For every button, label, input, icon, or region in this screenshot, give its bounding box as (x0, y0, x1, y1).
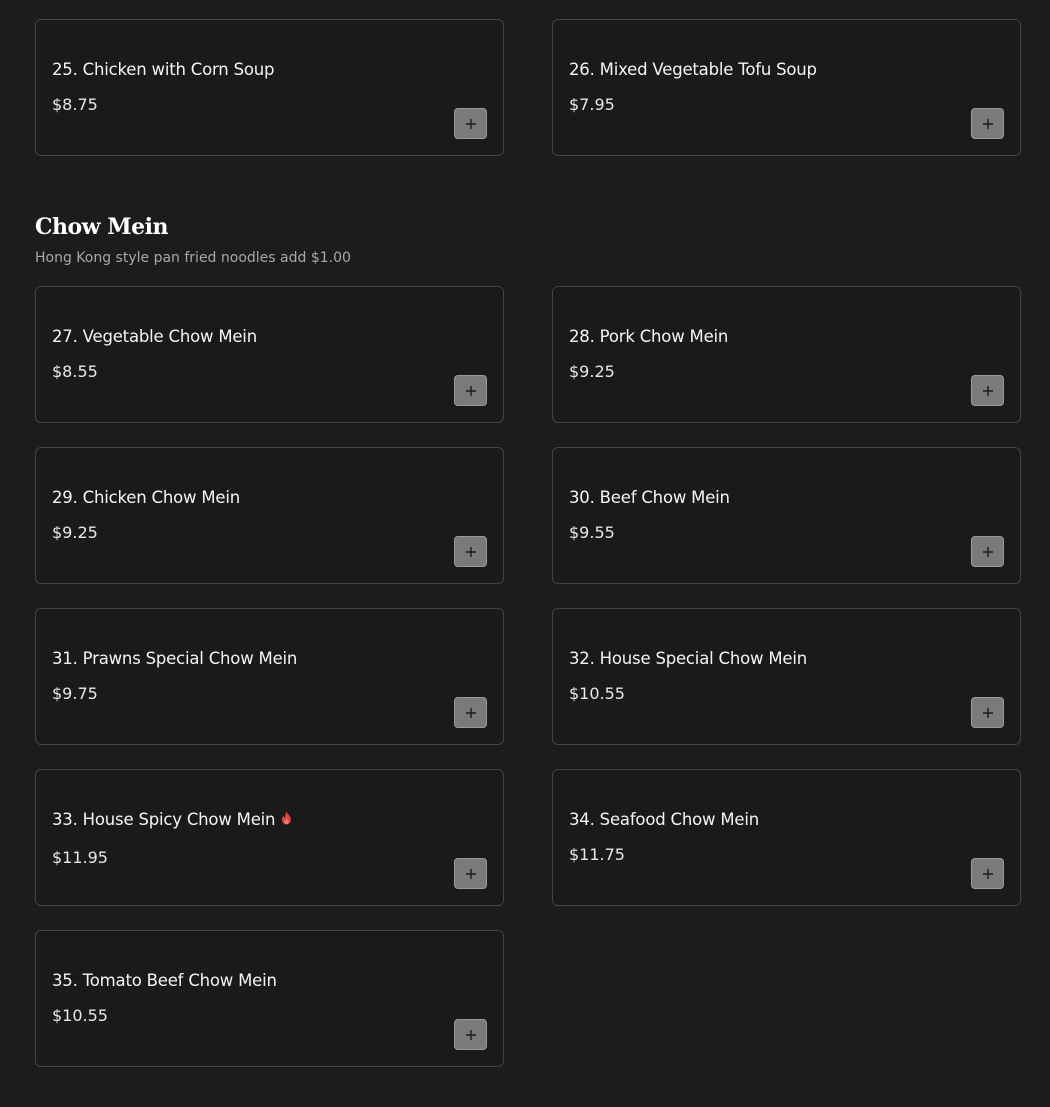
menu-item-card[interactable]: 26. Mixed Vegetable Tofu Soup $7.95 (552, 19, 1021, 156)
item-price: $11.95 (52, 848, 108, 867)
plus-icon (982, 385, 993, 396)
add-to-cart-button[interactable] (971, 697, 1004, 728)
item-price: $9.25 (569, 362, 615, 381)
item-name: 29. Chicken Chow Mein (52, 488, 240, 507)
add-to-cart-button[interactable] (454, 1019, 487, 1050)
plus-icon (465, 707, 476, 718)
item-name: 32. House Special Chow Mein (569, 649, 807, 668)
section-title: Chow Mein (35, 214, 168, 240)
item-name: 25. Chicken with Corn Soup (52, 60, 275, 79)
item-name: 34. Seafood Chow Mein (569, 810, 759, 829)
menu-page: 25. Chicken with Corn Soup $8.75 26. Mix… (0, 0, 1050, 1107)
item-price: $9.75 (52, 684, 98, 703)
item-name: 27. Vegetable Chow Mein (52, 327, 257, 346)
item-price: $8.55 (52, 362, 98, 381)
add-to-cart-button[interactable] (971, 536, 1004, 567)
menu-item-card[interactable]: 29. Chicken Chow Mein $9.25 (35, 447, 504, 584)
section-subtitle: Hong Kong style pan fried noodles add $1… (35, 250, 351, 266)
menu-item-card[interactable]: 34. Seafood Chow Mein $11.75 (552, 769, 1021, 906)
item-name: 28. Pork Chow Mein (569, 327, 729, 346)
item-price: $11.75 (569, 845, 625, 864)
plus-icon (982, 118, 993, 129)
item-price: $9.55 (569, 523, 615, 542)
add-to-cart-button[interactable] (971, 375, 1004, 406)
plus-icon (982, 546, 993, 557)
add-to-cart-button[interactable] (454, 536, 487, 567)
item-name: 30. Beef Chow Mein (569, 488, 730, 507)
plus-icon (465, 1029, 476, 1040)
add-to-cart-button[interactable] (454, 108, 487, 139)
menu-item-card[interactable]: 33. House Spicy Chow Mein $11.95 (35, 769, 504, 906)
item-price: $10.55 (52, 1006, 108, 1025)
fire-icon (282, 811, 292, 825)
add-to-cart-button[interactable] (454, 858, 487, 889)
plus-icon (465, 118, 476, 129)
item-price: $9.25 (52, 523, 98, 542)
menu-item-card[interactable]: 27. Vegetable Chow Mein $8.55 (35, 286, 504, 423)
add-to-cart-button[interactable] (971, 108, 1004, 139)
item-name: 33. House Spicy Chow Mein (52, 810, 276, 829)
plus-icon (465, 385, 476, 396)
item-price: $8.75 (52, 95, 98, 114)
menu-item-card[interactable]: 25. Chicken with Corn Soup $8.75 (35, 19, 504, 156)
item-price: $7.95 (569, 95, 615, 114)
item-name: 31. Prawns Special Chow Mein (52, 649, 298, 668)
item-name-row: 33. House Spicy Chow Mein (52, 810, 292, 829)
item-name: 26. Mixed Vegetable Tofu Soup (569, 60, 817, 79)
plus-icon (465, 546, 476, 557)
menu-item-card[interactable]: 31. Prawns Special Chow Mein $9.75 (35, 608, 504, 745)
menu-item-card[interactable]: 32. House Special Chow Mein $10.55 (552, 608, 1021, 745)
plus-icon (982, 868, 993, 879)
menu-item-card[interactable]: 30. Beef Chow Mein $9.55 (552, 447, 1021, 584)
add-to-cart-button[interactable] (454, 375, 487, 406)
menu-item-card[interactable]: 35. Tomato Beef Chow Mein $10.55 (35, 930, 504, 1067)
item-name: 35. Tomato Beef Chow Mein (52, 971, 277, 990)
menu-item-card[interactable]: 28. Pork Chow Mein $9.25 (552, 286, 1021, 423)
add-to-cart-button[interactable] (971, 858, 1004, 889)
item-price: $10.55 (569, 684, 625, 703)
add-to-cart-button[interactable] (454, 697, 487, 728)
plus-icon (982, 707, 993, 718)
plus-icon (465, 868, 476, 879)
